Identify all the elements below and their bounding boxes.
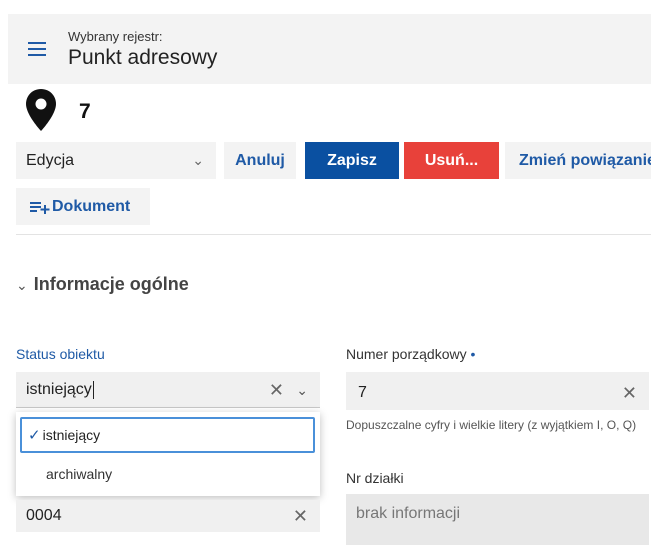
numer-field-label: Numer porządkowy •: [346, 346, 475, 362]
add-document-icon: [30, 188, 52, 225]
registry-title: Punkt adresowy: [68, 46, 218, 69]
add-document-button[interactable]: Dokument: [16, 188, 150, 225]
change-relation-button[interactable]: Zmień powiązanie: [505, 142, 651, 179]
status-option-label: istniejący: [42, 427, 101, 443]
close-icon[interactable]: ✕: [622, 372, 637, 414]
chevron-down-icon: ⌄: [16, 277, 28, 293]
divider: [16, 234, 651, 235]
app-header: Wybrany rejestr: Punkt adresowy: [8, 14, 651, 84]
text-caret: [92, 380, 94, 399]
plot-code-input[interactable]: 0004 ✕: [16, 500, 320, 532]
close-icon[interactable]: ✕: [269, 372, 284, 408]
check-icon: ✓: [28, 427, 41, 444]
registry-label: Wybrany rejestr:: [68, 29, 163, 44]
mode-select[interactable]: Edycja ⌄: [16, 142, 216, 179]
object-number: 7: [79, 100, 91, 123]
chevron-down-icon[interactable]: ⌄: [296, 372, 308, 408]
section-title: Informacje ogólne: [33, 274, 189, 294]
nr-dzialki-label: Nr działki: [346, 470, 404, 486]
close-icon[interactable]: ✕: [293, 500, 308, 532]
mode-select-value: Edycja: [26, 152, 75, 169]
status-option-archival[interactable]: archiwalny: [20, 456, 315, 492]
status-field-label: Status obiektu: [16, 346, 105, 362]
status-option-existing[interactable]: ✓ istniejący: [20, 417, 315, 453]
save-button[interactable]: Zapisz: [305, 142, 399, 179]
status-input[interactable]: istniejący ✕ ⌄: [16, 372, 320, 408]
nr-dzialki-input[interactable]: brak informacji: [346, 494, 649, 545]
hamburger-icon[interactable]: [28, 42, 46, 56]
section-general-info[interactable]: ⌄ Informacje ogólne: [16, 274, 189, 295]
numer-input-value: 7: [358, 384, 367, 401]
status-input-value: istniejący: [26, 381, 92, 398]
status-dropdown: ✓ istniejący archiwalny: [16, 412, 320, 496]
numer-hint: Dopuszczalne cyfry i wielkie litery (z w…: [346, 418, 637, 432]
required-marker: •: [470, 346, 476, 362]
map-pin-icon: [26, 89, 56, 131]
cancel-button[interactable]: Anuluj: [224, 142, 296, 179]
add-document-label: Dokument: [52, 198, 131, 215]
plot-code-value: 0004: [26, 507, 62, 524]
nr-dzialki-value: brak informacji: [356, 505, 461, 522]
numer-label-text: Numer porządkowy: [346, 346, 467, 362]
chevron-down-icon: ⌄: [192, 152, 204, 168]
status-option-label: archiwalny: [46, 466, 113, 482]
delete-button[interactable]: Usuń...: [404, 142, 499, 179]
numer-input[interactable]: 7 ✕: [346, 372, 649, 410]
